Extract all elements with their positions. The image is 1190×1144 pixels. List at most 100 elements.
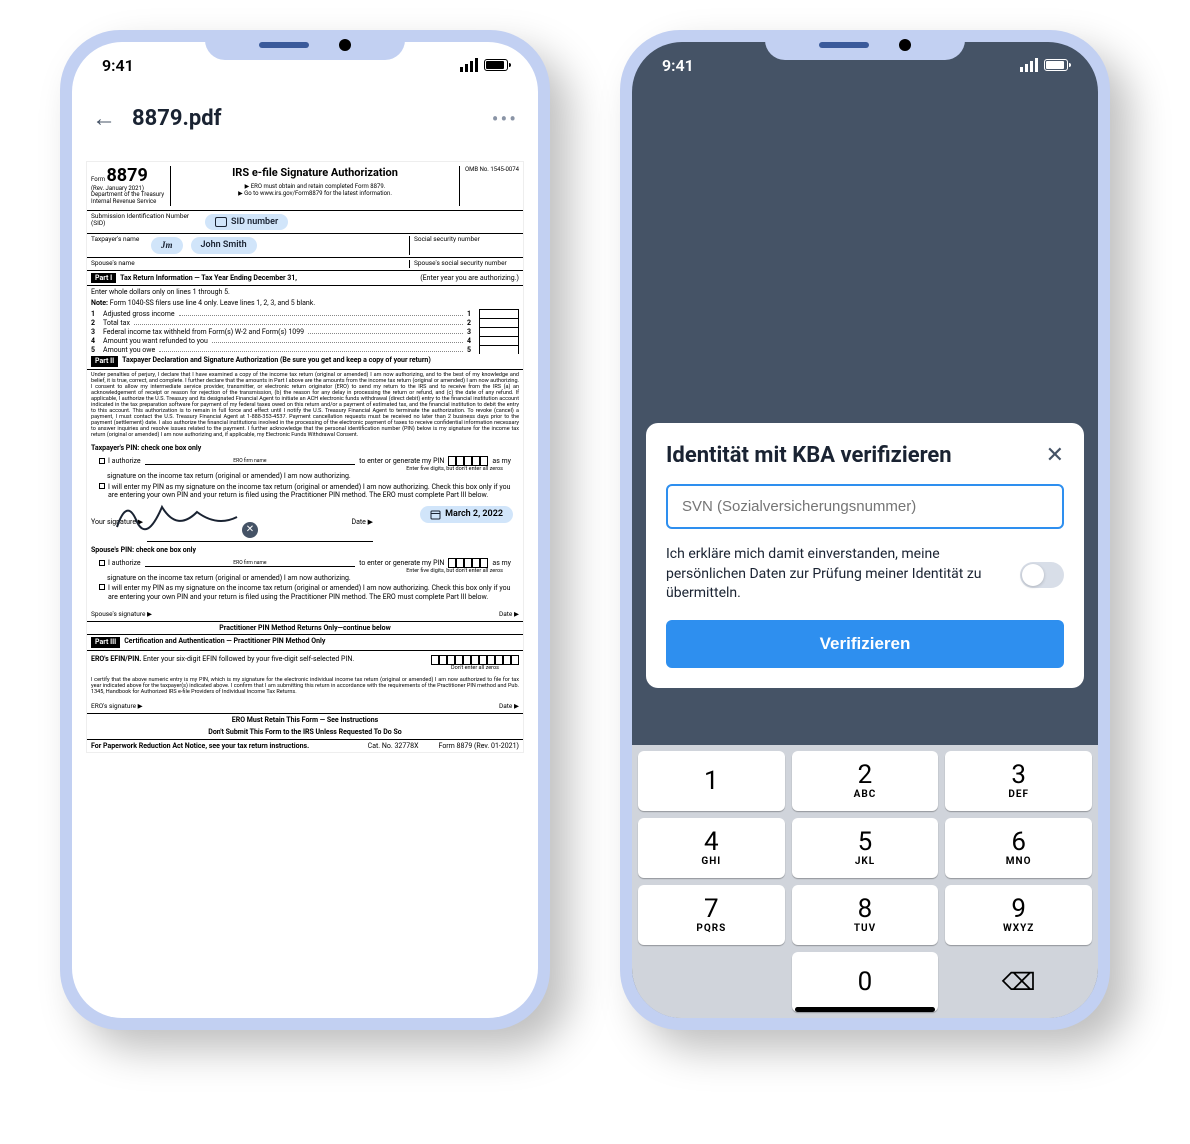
keypad-backspace-icon[interactable]: ⌫ [945,952,1092,1012]
sid-field-pill[interactable]: SID number [205,214,288,231]
status-indicators [460,58,508,72]
paperwork: For Paperwork Reduction Act Notice, see … [91,742,309,750]
more-icon[interactable]: ••• [492,107,518,131]
ssn-input[interactable] [666,484,1064,529]
keypad-key-8[interactable]: 8TUV [792,885,939,945]
keypad-key-6[interactable]: 6MNO [945,818,1092,878]
numeric-keypad: 12ABC3DEF 4GHI5JKL6MNO 7PQRS8TUV9WXYZ0⌫ [632,745,1098,1018]
keypad-key-3[interactable]: 3DEF [945,751,1092,811]
retain1: ERO Must Retain This Form — See Instruct… [232,716,378,724]
i-auth-2: I authorize [108,559,141,567]
battery-icon [484,59,508,71]
battery-icon [1044,59,1068,71]
phone-left: 9:41 ← 8879.pdf ••• Form 8879 (Rev. Janu… [60,30,550,1030]
notch [205,30,405,60]
ero-firm-2: ERO firm name [145,560,355,567]
checkbox-icon[interactable] [99,584,105,590]
efin-boxes[interactable] [431,655,519,665]
part1-title: Tax Return Information — Tax Year Ending… [120,274,297,282]
date-pill[interactable]: March 2, 2022 [420,506,513,523]
form-omb: OMB No. 1545-0074 [459,166,519,206]
sid-label: Submission Identification Number (SID) [91,213,201,232]
sig-line1-sp: signature on the income tax return (orig… [87,574,523,582]
ero-firm: ERO firm name [145,458,355,465]
form-title: IRS e-file Signature Authorization [175,166,455,179]
signature-area[interactable]: Your signature ▶ ✕ Date ▶ March 2, 2022 [87,502,523,542]
sig-line1: signature on the income tax return (orig… [87,472,523,480]
keypad-key-4[interactable]: 4GHI [638,818,785,878]
phone-right: 9:41 ✕ Identität mit KBA verifizieren Ic… [620,30,1110,1030]
keypad-key-0[interactable]: 0 [792,952,939,1012]
keypad-key-7[interactable]: 7PQRS [638,885,785,945]
home-indicator[interactable] [795,1007,935,1012]
verify-button[interactable]: Verifizieren [666,620,1064,668]
taxpayer-label: Taxpayer's name [91,236,147,255]
pin-boxes-2[interactable] [448,558,488,568]
consent-toggle[interactable] [1020,562,1064,588]
prac-only: Practitioner PIN Method Returns Only—con… [219,624,390,632]
taxpayer-name: John Smith [201,240,247,251]
form-sub1: ▶ ERO must obtain and retain completed F… [175,183,455,190]
back-arrow-icon[interactable]: ← [92,104,116,133]
income-line: 1Adjusted gross income1 [87,309,523,318]
income-line: 3Federal income tax withheld from Form(s… [87,327,523,336]
initials-pill: Jm [151,237,183,254]
kba-modal: ✕ Identität mit KBA verifizieren Ich erk… [646,423,1084,688]
pin-boxes[interactable] [448,456,488,466]
tp-pin-label: Taxpayer's PIN: check one box only [91,444,201,452]
checkbox-icon[interactable] [99,458,105,464]
notch [765,30,965,60]
date-label-3: Date ▶ [499,703,519,711]
spouse-pin-label: Spouse's PIN: check one box only [91,546,196,554]
enter-pin: to enter or generate my PIN [359,457,444,465]
file-title: 8879.pdf [132,106,476,131]
part2-hdr: Part II [91,356,118,366]
certify-text: I certify that the above numeric entry i… [87,675,523,697]
part3-title: Certification and Authentication — Pract… [124,637,325,647]
income-line: 4Amount you want refunded to you4 [87,336,523,345]
signature-icon [107,492,247,542]
ero-sig-label: ERO's signature ▶ [91,703,143,711]
consent-text: Ich erkläre mich damit einverstanden, me… [666,545,1008,604]
sid-pill-text: SID number [231,217,278,228]
i-auth: I authorize [108,457,141,465]
income-line: 2Total tax2 [87,318,523,327]
enter-pin-2: to enter or generate my PIN [359,559,444,567]
keypad-key-9[interactable]: 9WXYZ [945,885,1092,945]
part3-hdr: Part III [91,637,120,647]
spouse-sig-label: Spouse's signature ▶ [91,611,152,619]
clear-signature-icon[interactable]: ✕ [242,522,258,538]
whole-dollars: Enter whole dollars only on lines 1 thro… [87,286,523,298]
ssn-label: Social security number [409,236,519,255]
part1-hdr: Part I [91,273,116,283]
date-value: March 2, 2022 [445,509,503,520]
modal-title: Identität mit KBA verifizieren [666,443,1064,468]
status-indicators [1020,58,1068,72]
form-number: 8879 [106,165,147,186]
taxpayer-name-pill[interactable]: John Smith [191,237,257,254]
document-preview[interactable]: Form 8879 (Rev. January 2021) Department… [86,161,524,753]
form-prefix: Form [91,176,105,183]
as-my: as my [492,457,511,465]
signal-icon [460,58,478,72]
decl-text: Under penalties of perjury, I declare th… [87,370,523,441]
spouse-label: Spouse's name [91,260,261,268]
checkbox-icon[interactable] [99,483,105,489]
part2-title: Taxpayer Declaration and Signature Autho… [122,356,519,366]
form-foot: Form 8879 (Rev. 01-2021) [439,742,519,750]
sig-line2-sp: I will enter my PIN as my signature on t… [108,584,511,601]
status-time: 9:41 [662,56,694,75]
form-dept: Department of the Treasury Internal Reve… [91,191,164,205]
signal-icon [1020,58,1038,72]
close-icon[interactable]: ✕ [1046,443,1064,468]
keypad-key-1[interactable]: 1 [638,751,785,811]
keypad-key-5[interactable]: 5JKL [792,818,939,878]
form-sub2: ▶ Go to www.irs.gov/Form8879 for the lat… [175,190,455,197]
dont-zero: Don't enter all zeros [431,665,519,671]
retain2: Don't Submit This Form to the IRS Unless… [208,728,401,736]
checkbox-icon[interactable] [99,560,105,566]
keypad-key-2[interactable]: 2ABC [792,751,939,811]
calendar-icon [430,509,441,520]
spouse-ssn-label: Spouse's social security number [409,260,519,268]
part1-enter: (Enter year you are authorizing.) [420,274,519,282]
